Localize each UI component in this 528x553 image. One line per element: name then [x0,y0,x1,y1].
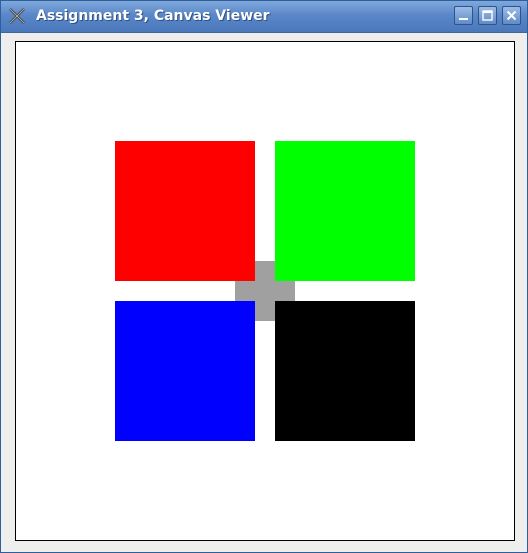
close-button[interactable] [502,6,521,25]
maximize-button[interactable] [478,6,497,25]
title-bar[interactable]: Assignment 3, Canvas Viewer [1,1,527,33]
tools-icon[interactable] [7,6,27,26]
window-title: Assignment 3, Canvas Viewer [36,8,270,24]
green-square [275,141,415,281]
minimize-button[interactable] [454,6,473,25]
red-square [115,141,255,281]
drawing-canvas[interactable] [15,41,515,541]
gray-cross-horizontal [235,281,295,301]
canvas-viewer-window: Assignment 3, Canvas Viewer [0,0,528,553]
blue-square [115,301,255,441]
black-square [275,301,415,441]
